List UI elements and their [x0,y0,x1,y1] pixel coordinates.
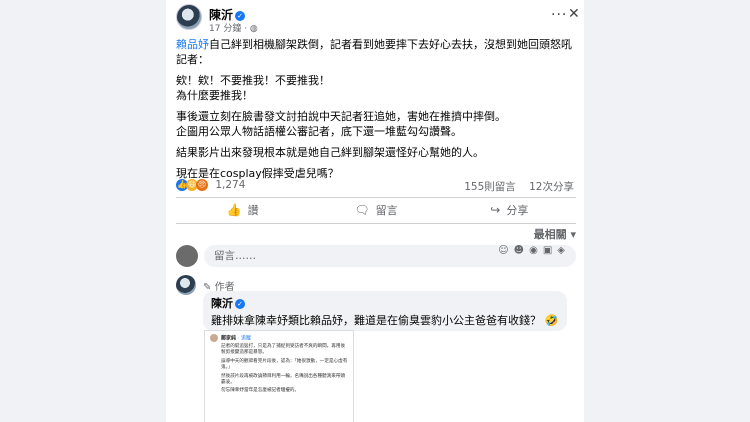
post-header: 陳沂 ✓ 17 分鐘 · ◍ ··· ✕ [176,4,580,34]
more-options-icon[interactable]: ··· [551,7,567,23]
author-name[interactable]: 陳沂 [209,8,233,22]
post-stats: 👍😆 😠 1,274 155則留言 12次分享 [176,177,576,195]
right-background [584,0,750,422]
sticker-icon[interactable]: ☺ [498,245,513,256]
composer-icons: ☺☻◉▣◈ [498,245,570,256]
reactions-summary[interactable]: 👍😆 😠 1,274 [176,179,245,191]
sticker-pack-icon[interactable]: ◈ [557,245,570,256]
post-actions: 👍 讚 🗨 留言 ↪ 分享 [176,198,576,222]
tagged-person-link[interactable]: 賴品妤 [176,38,209,51]
post-paragraph-4: 結果影片出來發現根本就是她自己絆到腳架還怪好心幫她的人。 [176,146,484,159]
thumbs-up-icon: 👍 [226,203,242,217]
verified-badge-icon: ✓ [235,11,246,21]
post-paragraph-1: 賴品妤自己絆到相機腳架跌倒，記者看到她要摔下去好心去扶，沒想到她回頭怒吼記者： [176,38,572,66]
screenshot-header: 鄭家純 · 追蹤 [210,334,348,342]
commenter-name-row[interactable]: 陳沂 ✓ [211,295,559,311]
post-meta: 17 分鐘 · ◍ [209,21,258,34]
gif-icon[interactable]: ▣ [543,245,557,256]
comments-count[interactable]: 155則留言 [464,181,516,193]
commenter-name[interactable]: 陳沂 [211,297,233,310]
emoji-icon[interactable]: ☻ [514,245,529,256]
laughing-emoji-icon: 🤣 [544,314,559,327]
comment-bubble: 陳沂 ✓ 雞排妹拿陳幸妤類比賴品妤，難道是在偷臭雲豹小公主爸爸有收錢？ 🤣 [203,291,567,331]
divider [176,223,576,224]
reactions-count[interactable]: 1,274 [215,179,245,191]
facebook-post: 陳沂 ✓ 17 分鐘 · ◍ ··· ✕ 賴品妤自己絆到相機腳架跌倒，記者看到她要… [166,0,584,422]
share-arrow-icon: ↪ [490,203,501,217]
post-body: 賴品妤自己絆到相機腳架跌倒，記者看到她要摔下去好心去扶，沒想到她回頭怒吼記者： … [176,37,576,187]
left-background [0,0,166,422]
angry-reaction-icon: 😠 [196,179,208,191]
user-avatar [176,245,198,267]
shares-count[interactable]: 12次分享 [529,181,574,193]
screenshot-line: 誤導中天的觀眾看完片段後，認為：「她很激動，一定是心虛有鬼。」 [221,358,348,371]
speech-bubble-icon: 🗨 [354,203,370,217]
author-avatar[interactable] [176,4,202,30]
screenshot-line: 然後該片段再被政論節目利用一輪，名嘴說出各種聽測來帶頭霸凌。 [221,373,346,386]
verified-badge-icon: ✓ [235,299,245,309]
post-time[interactable]: 17 分鐘 [209,24,241,34]
share-button[interactable]: ↪ 分享 [443,198,576,222]
close-icon[interactable]: ✕ [568,6,580,22]
screenshot-line: 勿忘陳幸妤當年是怎麼被記者騷擾的。 [221,388,300,394]
post-paragraph-3: 事後還立刻在臉書發文討拍說中天記者狂追她，害她在推擠中摔倒。 企圖用公眾人物話語… [176,110,506,138]
screenshot-avatar [210,334,218,342]
audience-globe-icon: · ◍ [244,24,258,34]
comment-sort-dropdown[interactable]: 最相關 ▾ [176,226,576,242]
camera-icon[interactable]: ◉ [529,245,543,256]
comment-button[interactable]: 🗨 留言 [309,198,442,222]
post-paragraph-2: 欸！欸！不要推我！不要推我！ 為什麼要推我！ [176,74,330,102]
like-button[interactable]: 👍 讚 [176,198,309,222]
screenshot-line: 記者的窮追猛打，只是為了捕捉到受訪者不爽的瞬間，再用後製剪接變造那是暴怒。 [221,344,346,356]
commenter-avatar[interactable] [176,275,196,295]
comment-attached-screenshot[interactable]: 鄭家純 · 追蹤 記者的窮追猛打，只是為了捕捉到受訪者不爽的瞬間，再用後製剪接變… [204,330,354,422]
comment-text: 雞排妹拿陳幸妤類比賴品妤，難道是在偷臭雲豹小公主爸爸有收錢？ 🤣 [211,314,559,327]
comment-composer: 留言…… ☺☻◉▣◈ [176,245,576,269]
